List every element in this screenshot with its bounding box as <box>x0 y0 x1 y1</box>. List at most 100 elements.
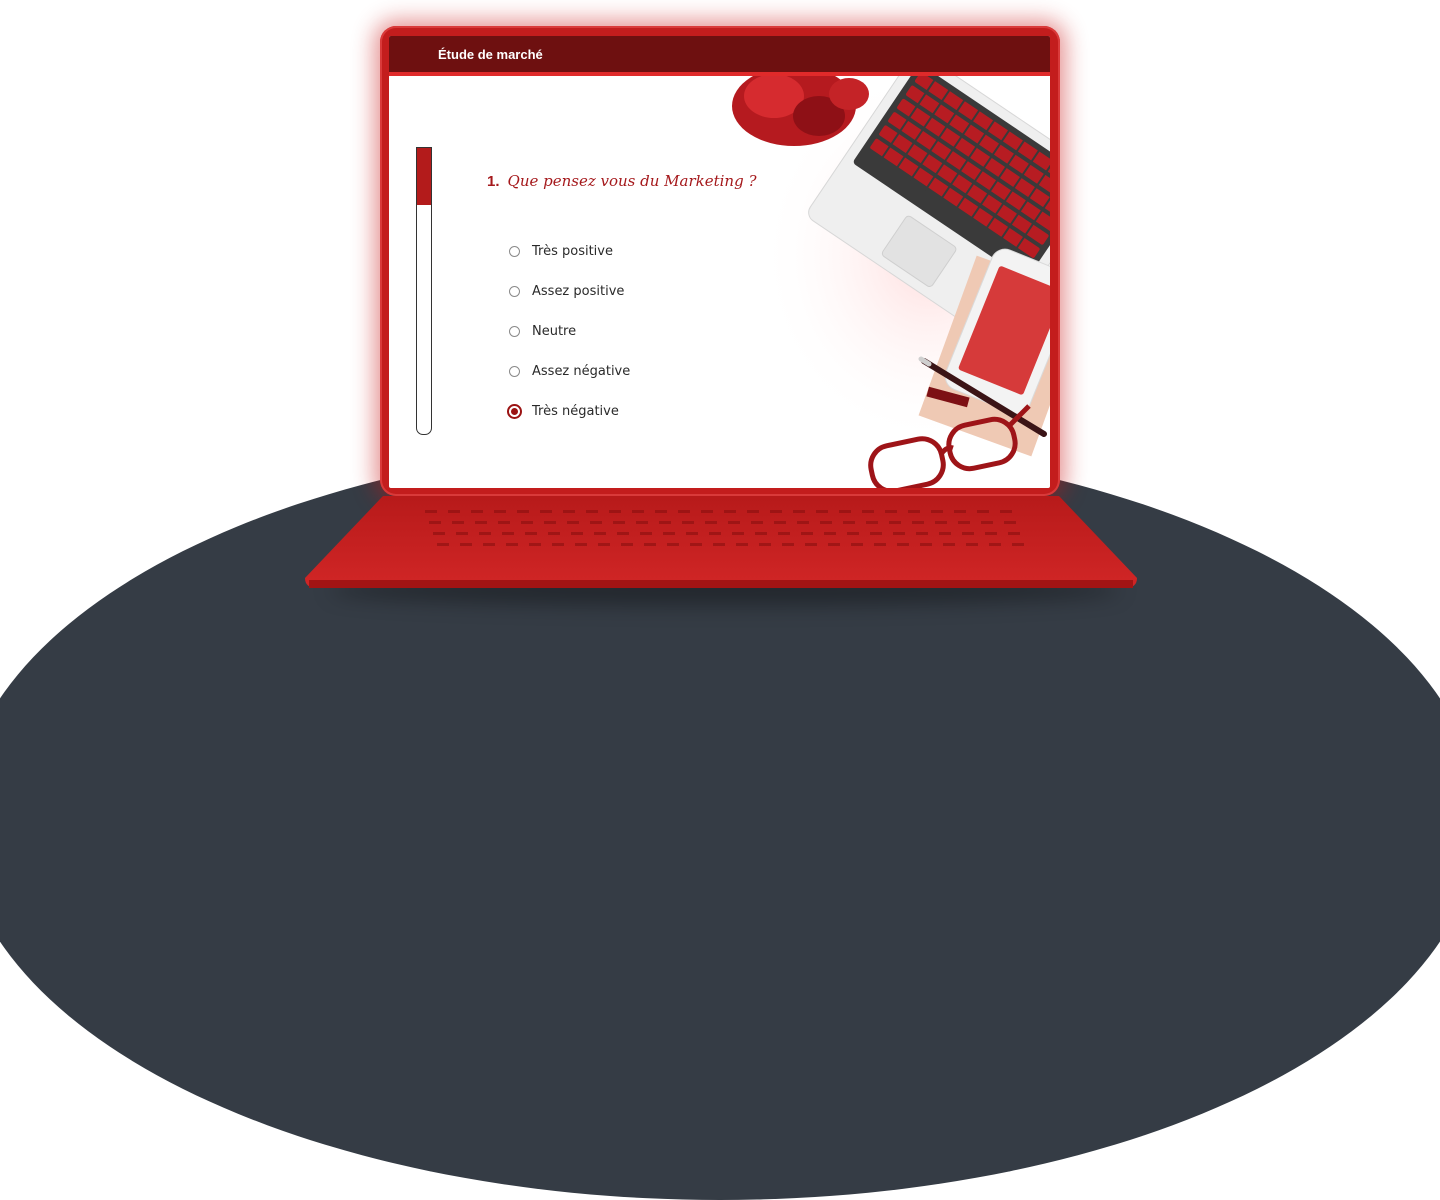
answer-option-label: Assez négative <box>532 363 631 379</box>
keyboard-key <box>954 510 966 513</box>
keyboard-key <box>805 543 817 546</box>
keyboard-key <box>617 532 629 535</box>
progress-bar <box>416 147 432 435</box>
keyboard-key <box>567 521 579 524</box>
keyboard-key <box>966 543 978 546</box>
answer-option[interactable]: Très négative <box>507 399 619 423</box>
keyboard-key <box>563 510 575 513</box>
keyboard-key <box>989 543 1001 546</box>
answer-option[interactable]: Neutre <box>509 319 576 343</box>
keyboard-key <box>897 543 909 546</box>
answer-option[interactable]: Assez positive <box>509 279 624 303</box>
keyboard-key <box>747 510 759 513</box>
keyboard-key <box>655 510 667 513</box>
keyboard-key <box>885 510 897 513</box>
keyboard-key <box>1008 532 1020 535</box>
keyboard-key <box>682 521 694 524</box>
laptop-base <box>305 496 1137 588</box>
keyboard-key <box>774 521 786 524</box>
keyboard-key <box>958 521 970 524</box>
keyboard-key <box>525 532 537 535</box>
keyboard-key <box>866 521 878 524</box>
answer-option[interactable]: Très positive <box>509 239 613 263</box>
keyboard-key <box>1012 543 1024 546</box>
keyboard-key <box>709 532 721 535</box>
keyboard-key <box>548 532 560 535</box>
keyboard-key <box>851 543 863 546</box>
keyboard-key <box>916 532 928 535</box>
keyboard-key <box>506 543 518 546</box>
keyboard-key <box>483 543 495 546</box>
keyboard-key <box>701 510 713 513</box>
keyboard-key <box>820 521 832 524</box>
keyboard-key <box>870 532 882 535</box>
keyboard-key <box>705 521 717 524</box>
keyboard-key <box>778 532 790 535</box>
keyboard-key <box>529 543 541 546</box>
keyboard-key <box>889 521 901 524</box>
keyboard-key <box>847 532 859 535</box>
keyboard-key <box>801 532 813 535</box>
keyboard-key <box>598 543 610 546</box>
answer-option-label: Neutre <box>532 323 577 339</box>
keyboard-key <box>452 521 464 524</box>
keyboard-key <box>935 521 947 524</box>
keyboard-key <box>498 521 510 524</box>
keyboard-key <box>644 543 656 546</box>
title-bar: Étude de marché <box>389 36 1050 72</box>
keyboard-key <box>678 510 690 513</box>
keyboard-key <box>893 532 905 535</box>
keyboard-key <box>613 521 625 524</box>
keyboard-key <box>479 532 491 535</box>
keyboard-key <box>1004 521 1016 524</box>
keyboard-key <box>977 510 989 513</box>
keyboard-key <box>751 521 763 524</box>
keyboard-key <box>824 532 836 535</box>
keyboard-key <box>609 510 621 513</box>
keyboard-key <box>908 510 920 513</box>
keyboard-key <box>862 510 874 513</box>
keyboard-key <box>816 510 828 513</box>
keyboard-key <box>912 521 924 524</box>
keyboard-key <box>667 543 679 546</box>
answer-option-label: Très négative <box>532 403 619 419</box>
app-title: Étude de marché <box>438 47 543 62</box>
keyboard-key <box>429 521 441 524</box>
progress-fill <box>417 148 431 206</box>
radio-selected-icon[interactable] <box>507 403 522 419</box>
keyboard-key <box>502 532 514 535</box>
keyboard-key <box>552 543 564 546</box>
keyboard-key <box>663 532 675 535</box>
keyboard-key <box>736 543 748 546</box>
keyboard-key <box>732 532 744 535</box>
keyboard-key <box>517 510 529 513</box>
keyboard-key <box>659 521 671 524</box>
keyboard-key <box>759 543 771 546</box>
radio-icon[interactable] <box>509 325 520 337</box>
keyboard-key <box>981 521 993 524</box>
keyboard-key <box>843 521 855 524</box>
keyboard-key <box>594 532 606 535</box>
keyboard-key <box>724 510 736 513</box>
keyboard-key <box>448 510 460 513</box>
desk-illustration <box>732 76 1050 488</box>
keyboard-key <box>939 532 951 535</box>
keyboard-key <box>586 510 598 513</box>
answer-option-label: Très positive <box>532 243 613 259</box>
keyboard-key <box>425 510 437 513</box>
radio-icon[interactable] <box>509 365 520 377</box>
keyboard-key <box>755 532 767 535</box>
radio-icon[interactable] <box>509 285 520 297</box>
radio-icon[interactable] <box>509 245 520 257</box>
answer-option[interactable]: Assez négative <box>509 359 630 383</box>
keyboard-key <box>690 543 702 546</box>
keyboard-key <box>456 532 468 535</box>
question-number: 1. <box>487 173 500 190</box>
keyboard-key <box>437 543 449 546</box>
keyboard-key <box>962 532 974 535</box>
keyboard-key <box>839 510 851 513</box>
keyboard-key <box>874 543 886 546</box>
keyboard-key <box>828 543 840 546</box>
keyboard-key <box>770 510 782 513</box>
keyboard-key <box>1000 510 1012 513</box>
